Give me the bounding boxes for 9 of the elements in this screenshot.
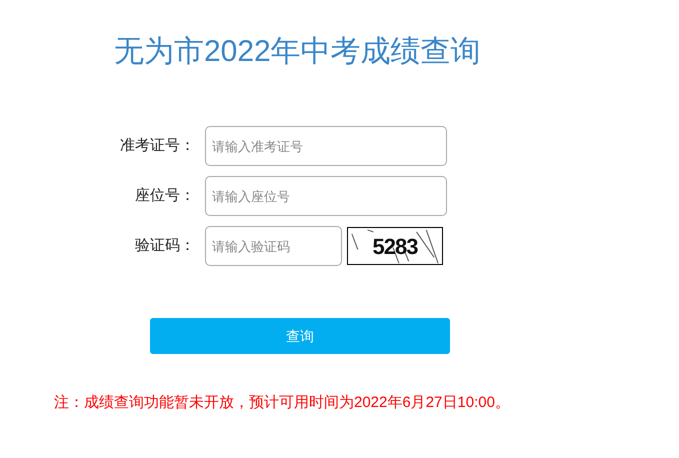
field-label: 验证码：	[134, 236, 196, 256]
captcha-image[interactable]: 5283	[347, 227, 443, 265]
input-field[interactable]: 请输入验证码	[205, 226, 342, 266]
field-label: 座位号：	[134, 186, 196, 206]
input-field[interactable]: 请输入座位号	[205, 176, 447, 216]
page-title: 无为市2022年中考成绩查询	[114, 34, 482, 70]
field-label: 准考证号：	[119, 136, 196, 156]
input-field[interactable]: 请输入准考证号	[205, 126, 447, 166]
notice-text: 注：成绩查询功能暂未开放，预计可用时间为2022年6月27日10:00。	[54, 393, 511, 413]
